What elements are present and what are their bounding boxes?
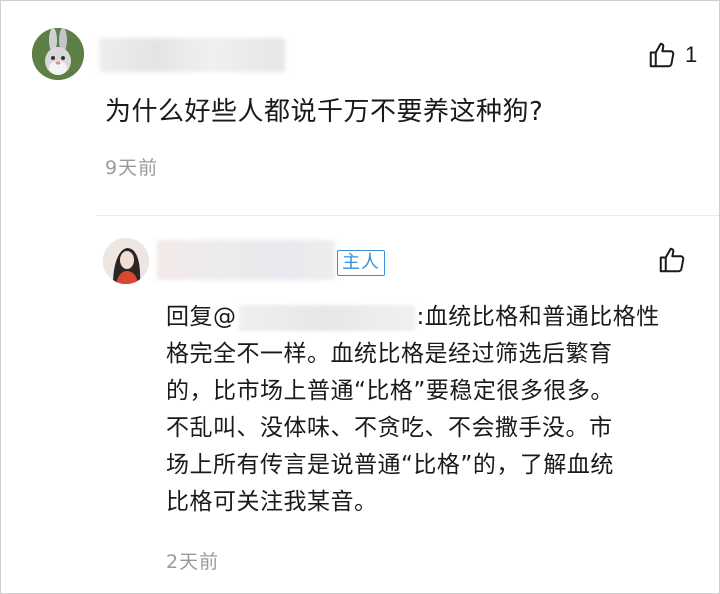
reply-line-2: 格完全不一样。血统比格是经过筛选后繁育 bbox=[166, 341, 613, 367]
rabbit-avatar-image bbox=[32, 28, 84, 80]
mention-name-blurred[interactable] bbox=[238, 304, 415, 331]
thumbs-up-icon bbox=[649, 42, 675, 68]
comment-thread: 1 为什么好些人都说千万不要养这种狗? 9天前 主人 回复@ :血统比格和普通比格… bbox=[0, 0, 720, 594]
reply-line-5: 场上所有传言是说普通“比格”的，了解血统 bbox=[166, 452, 614, 478]
like-count: 1 bbox=[685, 42, 698, 67]
reply-line-3: 的，比市场上普通“比格”要稳定很多很多。 bbox=[166, 378, 614, 404]
reply-timestamp: 2天前 bbox=[166, 551, 220, 573]
replier-name-blurred[interactable] bbox=[157, 240, 335, 280]
comment-text: 为什么好些人都说千万不要养这种狗? bbox=[105, 97, 544, 127]
owner-badge: 主人 bbox=[337, 250, 385, 276]
commenter-avatar[interactable] bbox=[32, 28, 84, 80]
commenter-name-blurred[interactable] bbox=[99, 38, 285, 72]
person-avatar-image bbox=[103, 238, 149, 284]
reply-line-text: :血统比格和普通比格性 bbox=[416, 304, 660, 330]
reply-line-1: 回复@ :血统比格和普通比格性 bbox=[166, 299, 706, 336]
comment-timestamp: 9天前 bbox=[105, 157, 159, 179]
reply-divider bbox=[96, 215, 719, 216]
comment-like-button[interactable]: 1 bbox=[647, 40, 697, 70]
reply-prefix: 回复@ bbox=[166, 304, 237, 330]
thumbs-up-icon bbox=[659, 247, 685, 273]
reply-line-4: 不乱叫、没体味、不贪吃、不会撒手没。市 bbox=[166, 415, 613, 441]
reply-like-button[interactable] bbox=[657, 245, 687, 275]
reply-text: 回复@ :血统比格和普通比格性 格完全不一样。血统比格是经过筛选后繁育 的，比市场… bbox=[166, 299, 706, 521]
reply-line-6: 比格可关注我某音。 bbox=[166, 489, 378, 515]
replier-avatar[interactable] bbox=[103, 238, 149, 284]
